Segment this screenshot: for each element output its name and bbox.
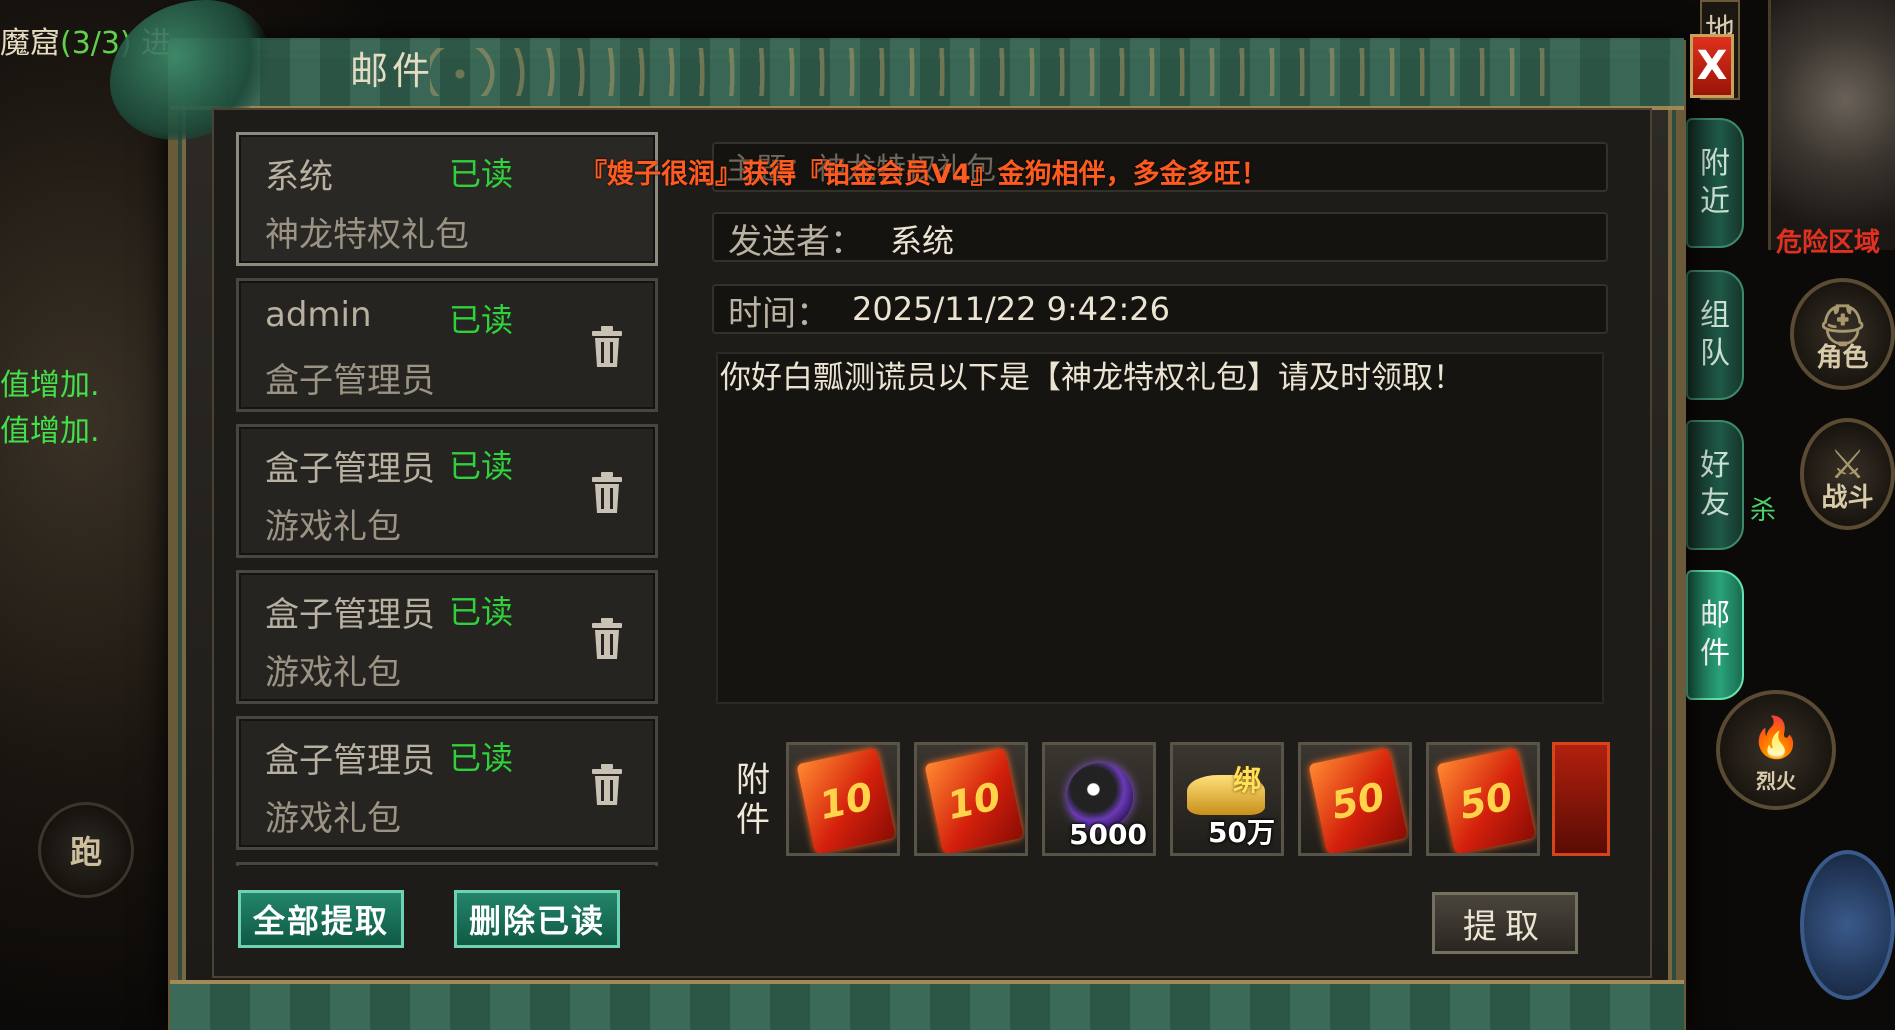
scrolling-announcement: 『嫂子很润』获得『铂金会员V4』金狗相伴，多金多旺！ [580,159,1268,190]
sender-label: 发送者： [728,222,864,262]
mail-subject: 游戏礼包 [265,799,401,839]
attachment-quantity: 5000 [1069,818,1147,851]
attachment-slot[interactable]: 10 [786,742,900,856]
mail-item[interactable]: 盒子管理员 已读 游戏礼包 [236,716,658,850]
role-button[interactable]: ⛑ 角色 [1790,278,1895,390]
fire-skill-button[interactable]: 🔥 烈火 [1716,690,1836,810]
quest-prefix: 魔窟 [0,26,60,61]
attachments-label: 附 件 [736,760,772,840]
tab-char: 附 [1700,146,1730,181]
tab-char: 邮 [1700,598,1730,633]
mail-sender: 盒子管理员 [265,449,435,489]
attach-char: 件 [736,800,770,840]
mail-read-status: 已读 [449,301,514,339]
attachment-slot[interactable]: 10 [914,742,1028,856]
mail-list[interactable]: 系统 已读 神龙特权礼包 admin 已读 盒子管理员 盒子管理员 已读 游戏礼… [232,126,662,866]
red-card-50-icon: 50 [1308,747,1408,853]
tab-nearby[interactable]: 附 近 [1686,118,1744,248]
crossed-swords-icon: ⚔ [1829,442,1866,488]
delete-read-button[interactable]: 删除已读 [454,890,620,948]
mail-item[interactable]: admin 已读 盒子管理员 [236,278,658,412]
tab-char: 件 [1700,636,1730,671]
time-value: 2025/11/22 9:42:26 [852,290,1170,328]
attachment-slot[interactable]: 50 [1298,742,1412,856]
mail-read-status: 已读 [449,593,514,631]
tab-char: 好 [1700,448,1730,483]
mail-sender: 盒子管理员 [265,741,435,781]
battle-button[interactable]: ⚔ 战斗 [1800,418,1895,530]
mail-item-partial[interactable] [236,862,658,866]
tab-team[interactable]: 组 队 [1686,270,1744,400]
mail-subject: 盒子管理员 [265,361,435,401]
mail-body-box [716,352,1604,704]
tab-char: 组 [1700,298,1730,333]
helmet-icon: ⛑ [1817,303,1868,349]
trash-icon[interactable] [589,471,625,515]
trash-icon[interactable] [589,325,625,369]
mail-read-status: 已读 [449,155,514,193]
mail-item[interactable]: 盒子管理员 已读 游戏礼包 [236,570,658,704]
tab-char: 友 [1700,486,1730,521]
tab-friends[interactable]: 好 友 [1686,420,1744,550]
window-title: 邮件 [350,49,435,93]
mail-subject: 神龙特权礼包 [265,215,469,255]
tab-char: 队 [1700,336,1730,371]
kill-label: 杀 [1750,496,1777,526]
bound-tag: 绑 [1233,764,1262,797]
tab-mail[interactable]: 邮 件 [1686,570,1744,700]
take-attachment-button[interactable]: 提取 [1432,892,1578,954]
take-all-button[interactable]: 全部提取 [238,890,404,948]
window-frame-bottom [170,980,1684,1030]
mail-body-text: 你好白瓢测谎员以下是【神龙特权礼包】请及时领取！ [720,360,1464,396]
minimap[interactable] [1768,0,1895,250]
mail-sender: admin [265,295,372,335]
system-message: 值增加. [0,414,100,449]
run-button[interactable]: 跑 [38,802,134,898]
attack-button[interactable] [1800,850,1895,1000]
attachment-slot[interactable]: 50 [1426,742,1540,856]
close-button[interactable]: X [1690,34,1734,98]
time-label: 时间： [728,294,830,334]
danger-zone-label: 危险区域 [1776,228,1881,258]
flame-sword-icon: 🔥 [1751,715,1801,761]
attachment-slot-partial[interactable] [1552,742,1610,856]
red-card-10-icon: 10 [924,747,1024,853]
system-message: 值增加. [0,368,100,403]
mail-subject: 游戏礼包 [265,653,401,693]
mail-sender: 系统 [265,157,333,197]
mail-read-status: 已读 [449,739,514,777]
attachment-slot[interactable]: 绑 50万 [1170,742,1284,856]
sender-value: 系统 [890,222,955,260]
trash-icon[interactable] [589,617,625,661]
mail-subject: 游戏礼包 [265,507,401,547]
attach-char: 附 [736,760,770,800]
mail-read-status: 已读 [449,447,514,485]
mail-sender: 盒子管理员 [265,595,435,635]
attachment-quantity: 50万 [1208,816,1275,849]
trash-icon[interactable] [589,763,625,807]
skill-button-label: 烈火 [1756,769,1796,793]
tab-char: 近 [1700,184,1730,219]
attachment-slot[interactable]: 5000 [1042,742,1156,856]
red-card-10-icon: 10 [796,747,896,853]
red-card-50-icon: 50 [1436,747,1536,853]
mail-item[interactable]: 盒子管理员 已读 游戏礼包 [236,424,658,558]
game-screen: 魔窟(3/3) 进 值增加. 值增加. 跑 地 图 危险区域 附 近 组 队 好… [0,0,1895,1030]
